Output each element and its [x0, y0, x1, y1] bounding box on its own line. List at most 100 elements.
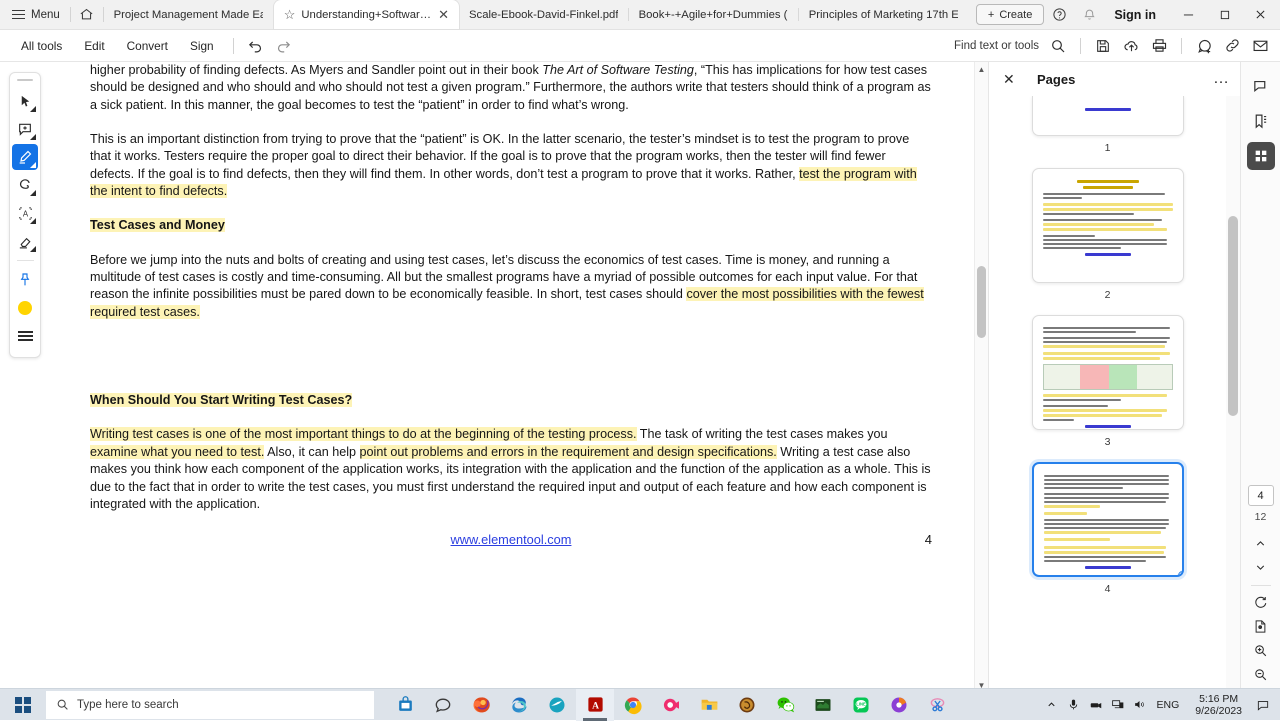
pages-panel-scrollbar[interactable]	[1226, 96, 1240, 692]
taskbar-app-teal[interactable]	[538, 689, 576, 721]
page-thumbnails-button[interactable]	[1247, 142, 1275, 170]
close-icon[interactable]: ✕	[438, 7, 449, 23]
clock[interactable]: 5:16 PM 9/26/2023	[1185, 693, 1252, 717]
select-tool[interactable]	[12, 88, 38, 114]
document-viewer[interactable]: higher probability of finding defects. A…	[50, 62, 988, 692]
mini-line	[1043, 405, 1108, 407]
taskbar-app-microsoft-edge[interactable]	[500, 689, 538, 721]
undo-button[interactable]	[242, 33, 270, 59]
add-comment-button[interactable]	[1190, 33, 1218, 59]
rotate-page-button[interactable]	[1247, 590, 1275, 614]
taskbar-app-wechat[interactable]	[766, 689, 804, 721]
more-options-button[interactable]	[12, 323, 38, 349]
text-box-tool[interactable]: A	[12, 200, 38, 226]
star-icon[interactable]: ☆	[284, 8, 296, 21]
firefox-icon	[471, 695, 491, 715]
bookmark-panel-button[interactable]	[1247, 107, 1275, 135]
page-tool-button[interactable]	[1247, 614, 1275, 638]
tab-understanding-software[interactable]: ☆ Understanding+Softwar… ✕	[274, 0, 459, 29]
page-thumbnail-4[interactable]	[1032, 462, 1184, 577]
convert-button[interactable]: Convert	[116, 39, 179, 53]
save-button[interactable]	[1089, 33, 1117, 59]
tab-principles-of-marketing[interactable]: Principles of Marketing 17th Editi…	[799, 0, 968, 29]
help-button[interactable]	[1044, 0, 1074, 30]
next-page-button[interactable]	[1247, 555, 1275, 579]
network-button[interactable]	[1107, 689, 1129, 721]
pages-panel-body[interactable]: 1	[989, 96, 1240, 692]
comment-panel-button[interactable]	[1247, 72, 1275, 100]
tab-agile-for-dummies[interactable]: Book+-+Agile+for+Dummies (1)…	[629, 0, 798, 29]
zoom-out-button[interactable]	[1247, 662, 1275, 686]
search-icon	[56, 698, 69, 711]
create-button[interactable]: + Create	[976, 4, 1044, 25]
toolbar-right-group: Find text or tools	[954, 33, 1274, 59]
zoom-in-button[interactable]	[1247, 638, 1275, 662]
menu-button[interactable]: Menu	[0, 0, 70, 29]
add-comment-tool[interactable]	[12, 116, 38, 142]
taskbar-app-google-chrome[interactable]	[614, 689, 652, 721]
document-scrollbar[interactable]: ▲ ▼	[974, 62, 988, 692]
print-button[interactable]	[1145, 33, 1173, 59]
taskbar-app-dark-green[interactable]	[804, 689, 842, 721]
redo-button[interactable]	[270, 33, 298, 59]
taskbar-app-line[interactable]: LINE	[842, 689, 880, 721]
taskbar-app-adobe-acrobat[interactable]: A	[576, 689, 614, 721]
notifications-button[interactable]	[1252, 689, 1274, 721]
microphone-button[interactable]	[1063, 689, 1085, 721]
taskbar-app-microsoft-store[interactable]	[386, 689, 424, 721]
sign-button[interactable]: Sign	[179, 39, 225, 53]
drag-handle[interactable]	[17, 79, 33, 81]
tab-label: Scale-Ebook-David-Finkel.pdf	[469, 9, 618, 21]
scrollbar-thumb[interactable]	[977, 266, 986, 338]
email-button[interactable]	[1246, 33, 1274, 59]
close-window-button[interactable]	[1242, 0, 1278, 30]
page-thumbnail-1[interactable]	[1032, 96, 1184, 136]
erase-tool[interactable]	[12, 228, 38, 254]
language-indicator[interactable]: ENG	[1151, 699, 1186, 711]
pin-tool[interactable]	[12, 267, 38, 293]
edit-button[interactable]: Edit	[73, 39, 115, 53]
all-tools-button[interactable]: All tools	[10, 39, 73, 53]
device-button[interactable]	[1085, 689, 1107, 721]
minimize-button[interactable]	[1170, 0, 1206, 30]
volume-button[interactable]	[1129, 689, 1151, 721]
taskbar-app-firefox[interactable]	[462, 689, 500, 721]
scrollbar-track[interactable]	[975, 76, 988, 678]
highlight-tool[interactable]	[12, 144, 38, 170]
tray-overflow-button[interactable]	[1041, 689, 1063, 721]
taskbar-app-chat[interactable]	[424, 689, 462, 721]
start-button[interactable]	[0, 689, 46, 721]
close-icon[interactable]: ✕	[1003, 71, 1023, 88]
color-swatch[interactable]	[12, 295, 38, 321]
home-button[interactable]	[71, 0, 103, 29]
scrollbar-thumb[interactable]	[1228, 216, 1238, 416]
page-thumbnail-3[interactable]	[1032, 315, 1184, 430]
taskbar-app-purple[interactable]	[880, 689, 918, 721]
taskbar-search[interactable]: Type here to search	[46, 691, 374, 719]
taskbar-app-snipping-tool[interactable]	[918, 689, 956, 721]
previous-page-button[interactable]	[1247, 531, 1275, 555]
mini-line	[1043, 223, 1155, 226]
draw-tool[interactable]	[12, 172, 38, 198]
taskbar-app-file-explorer[interactable]	[690, 689, 728, 721]
taskbar-app-screen-recorder[interactable]	[652, 689, 690, 721]
tab-project-management[interactable]: Project Management Made Eas…	[104, 0, 273, 29]
pages-panel: ✕ Pages … 1	[988, 62, 1240, 692]
divider	[233, 38, 234, 54]
current-page-input[interactable]: 4	[1248, 485, 1274, 506]
cloud-upload-button[interactable]	[1117, 33, 1145, 59]
footer-link[interactable]: www.elementool.com	[451, 531, 572, 548]
windows-start-icon	[15, 697, 31, 713]
more-options-icon[interactable]: …	[1213, 70, 1230, 88]
sign-in-button[interactable]: Sign in	[1104, 8, 1170, 22]
link-button[interactable]	[1218, 33, 1246, 59]
page-thumbnail-2[interactable]	[1032, 168, 1184, 283]
tab-scale-ebook[interactable]: Scale-Ebook-David-Finkel.pdf	[459, 0, 628, 29]
maximize-button[interactable]	[1206, 0, 1242, 30]
resize-handle[interactable]	[1178, 571, 1184, 577]
taskbar-app-gold[interactable]	[728, 689, 766, 721]
scroll-up-arrow[interactable]: ▲	[975, 62, 989, 76]
notifications-button[interactable]	[1074, 0, 1104, 30]
mini-line	[1043, 341, 1168, 343]
find-button[interactable]	[1044, 33, 1072, 59]
